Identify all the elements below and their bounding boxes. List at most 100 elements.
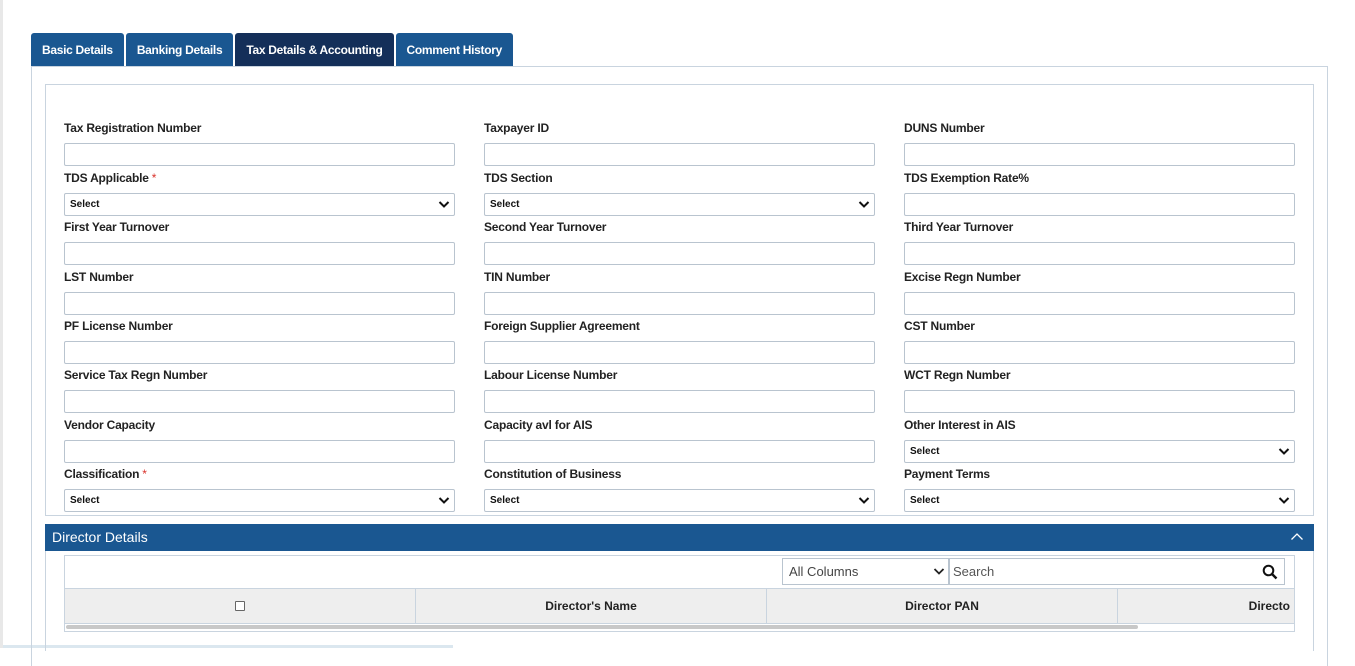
classification-selected: Select (70, 495, 100, 506)
search-input[interactable]: Search (949, 558, 1285, 585)
lst-number-input[interactable] (64, 292, 455, 315)
first-year-turnover-input[interactable] (64, 242, 455, 265)
tds-section-label: TDS Section (484, 171, 553, 185)
tin-number-field: TIN Number (484, 270, 875, 315)
tds-applicable-select[interactable]: Select (64, 193, 455, 216)
vendor-capacity-field: Vendor Capacity (64, 418, 455, 463)
column-filter-selected: All Columns (789, 564, 859, 579)
first-year-turnover-label: First Year Turnover (64, 220, 170, 234)
excise-regn-number-label: Excise Regn Number (904, 270, 1021, 284)
director-grid-header: Director's Name Director PAN Directo (65, 588, 1294, 624)
select-all-cell (65, 589, 416, 623)
third-year-turnover-field: Third Year Turnover (904, 220, 1295, 265)
classification-label-text: Classification (64, 467, 140, 481)
duns-number-label: DUNS Number (904, 121, 985, 135)
column-header-directors-name[interactable]: Director's Name (416, 589, 767, 623)
pf-license-number-field: PF License Number (64, 319, 455, 364)
pf-license-number-label: PF License Number (64, 319, 173, 333)
taxpayer-id-input[interactable] (484, 143, 875, 166)
search-icon[interactable] (1262, 564, 1278, 580)
tin-number-label: TIN Number (484, 270, 551, 284)
tds-exemption-rate-field: TDS Exemption Rate% (904, 171, 1295, 216)
select-all-checkbox[interactable] (235, 601, 245, 611)
tds-applicable-field: TDS Applicable * Select (64, 171, 455, 216)
vendor-capacity-label: Vendor Capacity (64, 418, 156, 432)
lst-number-field: LST Number (64, 270, 455, 315)
service-tax-regn-number-input[interactable] (64, 390, 455, 413)
column-header-director-pan[interactable]: Director PAN (767, 589, 1118, 623)
column-header-directo[interactable]: Directo (1118, 589, 1294, 623)
cst-number-input[interactable] (904, 341, 1295, 364)
chevron-down-icon (438, 201, 450, 208)
chevron-down-icon (858, 201, 870, 208)
foreign-supplier-agreement-input[interactable] (484, 341, 875, 364)
chevron-down-icon (933, 568, 945, 575)
foreign-supplier-agreement-field: Foreign Supplier Agreement (484, 319, 875, 364)
taxpayer-id-label: Taxpayer ID (484, 121, 549, 135)
tds-applicable-label: TDS Applicable * (64, 171, 455, 185)
capacity-avl-for-ais-label: Capacity avl for AIS (484, 418, 593, 432)
chevron-down-icon (1278, 497, 1290, 504)
classification-select[interactable]: Select (64, 489, 455, 512)
first-year-turnover-field: First Year Turnover (64, 220, 455, 265)
capacity-avl-for-ais-field: Capacity avl for AIS (484, 418, 875, 463)
other-interest-in-ais-select[interactable]: Select (904, 440, 1295, 463)
tab-bar: Basic Details Banking Details Tax Detail… (31, 33, 515, 67)
labour-license-number-input[interactable] (484, 390, 875, 413)
duns-number-field: DUNS Number (904, 121, 1295, 166)
second-year-turnover-label: Second Year Turnover (484, 220, 607, 234)
excise-regn-number-input[interactable] (904, 292, 1295, 315)
payment-terms-selected: Select (910, 495, 940, 506)
constitution-of-business-select[interactable]: Select (484, 489, 875, 512)
foreign-supplier-agreement-label: Foreign Supplier Agreement (484, 319, 640, 333)
vendor-capacity-input[interactable] (64, 440, 455, 463)
tds-section-select[interactable]: Select (484, 193, 875, 216)
tds-section-field: TDS Section Select (484, 171, 875, 216)
tds-exemption-rate-input[interactable] (904, 193, 1295, 216)
horizontal-scrollbar[interactable] (66, 625, 1138, 629)
payment-terms-select[interactable]: Select (904, 489, 1295, 512)
tds-applicable-selected: Select (70, 199, 100, 210)
director-details-header[interactable]: Director Details (45, 524, 1314, 551)
other-interest-in-ais-selected: Select (910, 446, 940, 457)
second-year-turnover-field: Second Year Turnover (484, 220, 875, 265)
cst-number-label: CST Number (904, 319, 975, 333)
tds-exemption-rate-label: TDS Exemption Rate% (904, 171, 1029, 185)
tds-section-selected: Select (490, 199, 520, 210)
duns-number-input[interactable] (904, 143, 1295, 166)
required-marker: * (151, 171, 157, 185)
lst-number-label: LST Number (64, 270, 134, 284)
second-year-turnover-input[interactable] (484, 242, 875, 265)
taxpayer-id-field: Taxpayer ID (484, 121, 875, 166)
tab-basic-details[interactable]: Basic Details (31, 33, 124, 67)
pf-license-number-input[interactable] (64, 341, 455, 364)
labour-license-number-label: Labour License Number (484, 368, 618, 382)
tab-banking-details[interactable]: Banking Details (125, 33, 234, 67)
payment-terms-label: Payment Terms (904, 467, 990, 481)
director-details-title: Director Details (52, 529, 148, 545)
wct-regn-number-label: WCT Regn Number (904, 368, 1011, 382)
cst-number-field: CST Number (904, 319, 1295, 364)
tab-comment-history[interactable]: Comment History (395, 33, 514, 67)
wct-regn-number-input[interactable] (904, 390, 1295, 413)
tin-number-input[interactable] (484, 292, 875, 315)
classification-label: Classification * (64, 467, 455, 481)
service-tax-regn-number-field: Service Tax Regn Number (64, 368, 455, 413)
page-left-edge (0, 0, 3, 648)
labour-license-number-field: Labour License Number (484, 368, 875, 413)
constitution-of-business-field: Constitution of Business Select (484, 467, 875, 512)
service-tax-regn-number-label: Service Tax Regn Number (64, 368, 208, 382)
capacity-avl-for-ais-input[interactable] (484, 440, 875, 463)
tax-registration-number-label: Tax Registration Number (64, 121, 202, 135)
chevron-down-icon (1278, 448, 1290, 455)
tds-applicable-label-text: TDS Applicable (64, 171, 149, 185)
chevron-up-icon[interactable] (1290, 532, 1304, 541)
column-filter-select[interactable]: All Columns (782, 558, 949, 585)
third-year-turnover-input[interactable] (904, 242, 1295, 265)
tax-registration-number-input[interactable] (64, 143, 455, 166)
payment-terms-field: Payment Terms Select (904, 467, 1295, 512)
chevron-down-icon (858, 497, 870, 504)
classification-field: Classification * Select (64, 467, 455, 512)
chevron-down-icon (438, 497, 450, 504)
tab-tax-details-accounting[interactable]: Tax Details & Accounting (235, 33, 394, 67)
